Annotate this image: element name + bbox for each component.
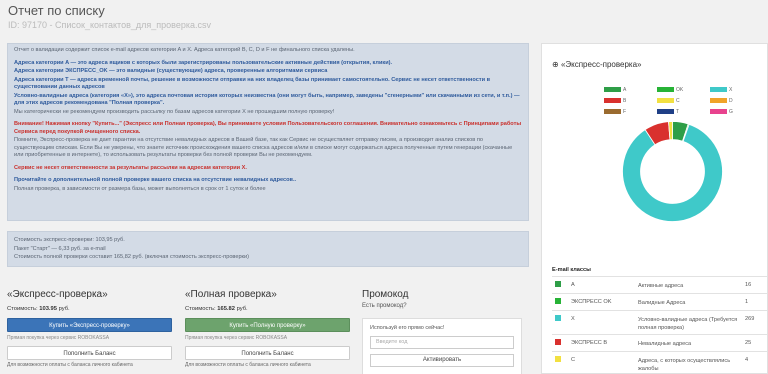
full-price: Стоимость: 165.82 руб.: [185, 306, 248, 312]
class-color-swatch: [555, 315, 561, 321]
class-code: X: [571, 316, 575, 322]
page-header: Отчет по списку ID: 97170 - Список_конта…: [0, 0, 768, 36]
donut-chart: [622, 121, 723, 222]
legend-item[interactable]: C: [657, 98, 680, 104]
info-text: Помните, Экспресс-проверка не дает гаран…: [14, 137, 513, 158]
class-color-swatch: [555, 356, 561, 362]
page-subtitle: ID: 97170 - Список_контактов_для_проверк…: [8, 20, 211, 30]
legend-label: B: [623, 98, 627, 104]
express-section: «Экспресс-проверка» Стоимость: 103.95 ру…: [7, 289, 172, 368]
legend-item[interactable]: X: [710, 87, 732, 93]
class-description: Условно-валидные адреса (Требуется полна…: [638, 317, 738, 331]
info-text: Полная проверка, в зависимости от размер…: [14, 185, 266, 192]
class-description: Адреса, с которых осуществлялись жалобы: [638, 358, 731, 372]
express-title: «Экспресс-проверка»: [7, 289, 108, 300]
table-row: ЭКСПРЕСС OK Валидные Адреса 1: [552, 293, 767, 310]
warning-text[interactable]: Внимание! Нажимая кнопку "Купить..." (Эк…: [14, 121, 522, 136]
legend-item[interactable]: G: [710, 109, 733, 115]
class-count: 4: [745, 357, 749, 363]
promo-title: Промокод: [362, 289, 409, 300]
class-description: Активные адреса: [638, 283, 684, 289]
cost-line: Стоимость экспресс-проверки: 103,95 руб.: [14, 237, 125, 243]
warning-text: Сервис не несет ответственности за резул…: [14, 164, 247, 171]
legend-item[interactable]: OK: [657, 87, 683, 93]
page-title: Отчет по списку: [8, 3, 105, 18]
legend-label: G: [729, 109, 733, 115]
balance-note: Для возможности оплаты с баланса личного…: [185, 362, 311, 368]
info-text: Мы категорически не рекомендуем производ…: [14, 108, 335, 115]
table-row: ЭКСПРЕСС B Невалидные адреса 25: [552, 334, 767, 351]
robokassa-note: Прямая покупка через сервис ROBOKASSA: [7, 335, 110, 341]
legend-label: T: [676, 109, 680, 115]
table-row: A Активные адреса 16: [552, 276, 767, 293]
class-code: ЭКСПРЕСС B: [571, 340, 608, 346]
chart-title: ⊕ «Экспресс-проверка»: [552, 60, 642, 69]
class-code: A: [571, 282, 575, 288]
class-count: 1: [745, 299, 749, 305]
promo-question: Есть промокод?: [362, 303, 407, 309]
cost-line: Стоимость полной проверки составит 165,8…: [14, 254, 249, 261]
class-count: 16: [745, 282, 752, 288]
legend-label: X: [729, 87, 733, 93]
info-text: Адреса категории ЭКСПРЕСС_OK — это валид…: [14, 68, 328, 74]
info-text: Адреса категории T — адреса временной по…: [14, 76, 491, 91]
promo-section: Промокод Есть промокод? Используй его пр…: [362, 289, 522, 374]
class-code: C: [571, 357, 576, 363]
legend-swatch: [604, 98, 621, 104]
class-color-swatch: [555, 281, 561, 287]
promo-box: Используй его прямо сейчас! Введите код …: [362, 318, 522, 374]
class-color-swatch: [555, 339, 561, 345]
express-price: Стоимость: 103.95 руб.: [7, 306, 70, 312]
legend-item[interactable]: D: [710, 98, 733, 104]
legend-swatch: [657, 87, 674, 93]
class-count: 269: [745, 316, 755, 322]
full-check-link[interactable]: Прочитайте о дополнительной полной прове…: [14, 177, 522, 185]
email-class-table: E-mail классы A Активные адреса 16 ЭКСПРЕСС…: [552, 267, 767, 374]
legend-swatch: [657, 98, 674, 104]
promo-label: Используй его прямо сейчас!: [370, 325, 445, 331]
table-row: X Условно-валидные адреса (Требуется полн…: [552, 310, 767, 334]
buy-full-button[interactable]: Купить «Полную проверку»: [185, 318, 350, 332]
topup-balance-button[interactable]: Пополнить Баланс: [185, 346, 350, 360]
class-description: Невалидные адреса: [638, 341, 692, 347]
legend-swatch: [710, 109, 727, 115]
balance-note: Для возможности оплаты с баланса личного…: [7, 362, 133, 368]
robokassa-note: Прямая покупка через сервис ROBOKASSA: [185, 335, 288, 341]
buy-express-button[interactable]: Купить «Экспресс-проверку»: [7, 318, 172, 332]
info-text: Отчет о валидации содержит список e-mail…: [14, 47, 355, 53]
class-color-swatch: [555, 298, 561, 304]
legend-item[interactable]: T: [657, 109, 679, 115]
chart-icon: ⊕: [552, 60, 559, 69]
full-section: «Полная проверка» Стоимость: 165.82 руб.…: [185, 289, 350, 368]
legend-item[interactable]: B: [604, 98, 626, 104]
info-panel: Отчет о валидации содержит список e-mail…: [7, 43, 529, 221]
class-description: Валидные Адреса: [638, 300, 686, 306]
chart-panel: ⊕ «Экспресс-проверка» A OK X B C D F T G E-mail …: [541, 43, 768, 374]
cost-panel: Стоимость экспресс-проверки: 103,95 руб.…: [7, 231, 529, 267]
legend-item[interactable]: F: [604, 109, 626, 115]
table-header: E-mail классы: [552, 267, 591, 273]
legend-label: F: [623, 109, 627, 115]
legend-swatch: [710, 87, 727, 93]
legend-swatch: [710, 98, 727, 104]
class-code: ЭКСПРЕСС OK: [571, 299, 612, 305]
legend-swatch: [604, 109, 621, 115]
info-text: Условно-валидные адреса (категория «X»),…: [14, 92, 520, 107]
class-count: 25: [745, 340, 752, 346]
legend-label: C: [676, 98, 680, 104]
legend-swatch: [604, 87, 621, 93]
legend-item[interactable]: A: [604, 87, 626, 93]
legend-label: OK: [676, 87, 684, 93]
cost-line: Пакет "Старт" — 6,33 руб. за e-mail: [14, 245, 106, 252]
activate-button[interactable]: Активировать: [370, 354, 514, 367]
legend-label: D: [729, 98, 733, 104]
table-row: C Адреса, с которых осуществлялись жалобы…: [552, 351, 767, 374]
legend-swatch: [657, 109, 674, 115]
full-title: «Полная проверка»: [185, 289, 277, 300]
info-text: Адреса категории A — это адреса ящиков с…: [14, 59, 393, 66]
legend-label: A: [623, 87, 627, 93]
promo-code-input[interactable]: Введите код: [370, 336, 514, 349]
topup-balance-button[interactable]: Пополнить Баланс: [7, 346, 172, 360]
